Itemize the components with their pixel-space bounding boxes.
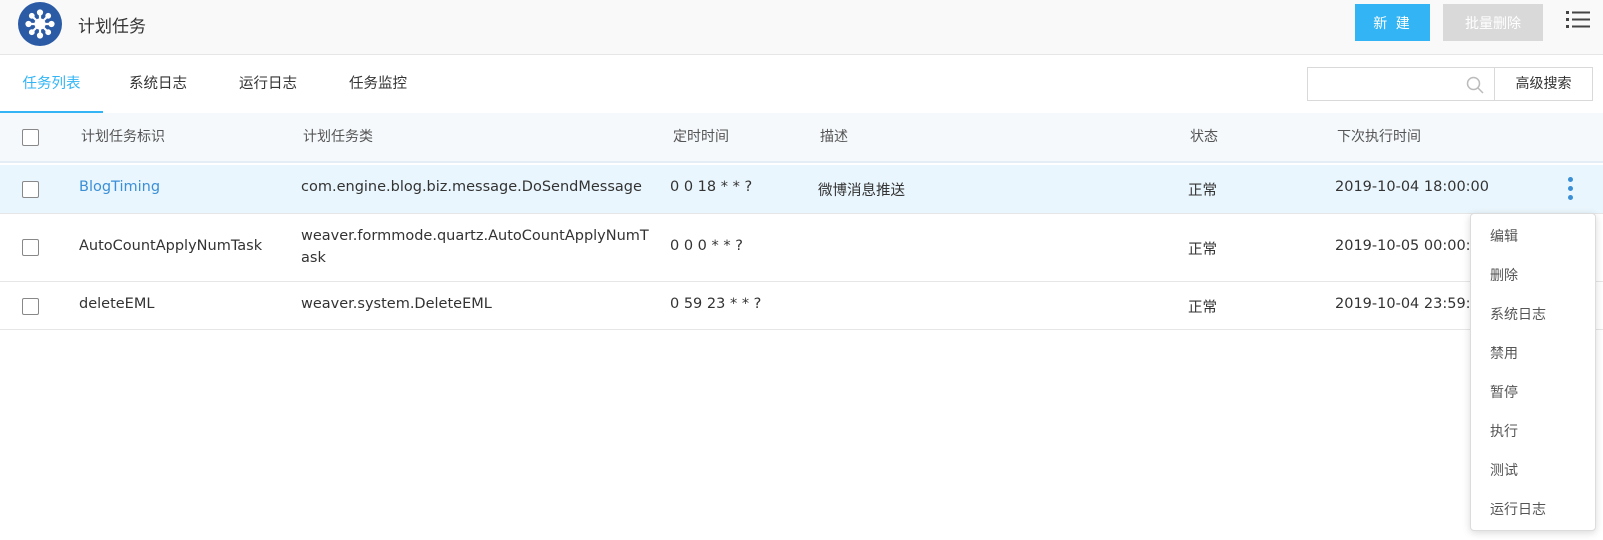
tab-bar: 任务列表 系统日志 运行日志 任务监控 高级搜索 xyxy=(0,55,1603,113)
task-next-run: 2019-10-04 23:59:0 xyxy=(1335,296,1480,312)
table-row[interactable]: AutoCountApplyNumTask weaver.formmode.qu… xyxy=(0,214,1603,282)
task-id[interactable]: AutoCountApplyNumTask xyxy=(79,238,262,254)
menu-item-delete[interactable]: 删除 xyxy=(1490,265,1518,285)
tab-run-log[interactable]: 运行日志 xyxy=(228,55,308,113)
new-button[interactable]: 新 建 xyxy=(1355,4,1430,41)
row-actions-menu: 编辑 删除 系统日志 禁用 暂停 执行 测试 运行日志 xyxy=(1470,213,1596,531)
column-header-status: 状态 xyxy=(1190,129,1218,145)
task-status: 正常 xyxy=(1188,183,1217,199)
row-checkbox[interactable] xyxy=(22,181,39,198)
task-schedule: 0 0 0 * * ? xyxy=(670,238,743,254)
list-menu-icon[interactable] xyxy=(1566,9,1590,31)
column-header-task-id: 计划任务标识 xyxy=(81,129,165,145)
row-checkbox[interactable] xyxy=(22,298,39,315)
menu-item-pause[interactable]: 暂停 xyxy=(1490,382,1518,402)
task-class-wrap: ask xyxy=(301,250,326,266)
task-id-link[interactable]: BlogTiming xyxy=(79,179,160,195)
task-schedule: 0 59 23 * * ? xyxy=(670,296,762,312)
gear-network-icon xyxy=(18,2,62,46)
tab-system-log[interactable]: 系统日志 xyxy=(118,55,198,113)
tab-task-monitor[interactable]: 任务监控 xyxy=(338,55,418,113)
menu-item-test[interactable]: 测试 xyxy=(1490,460,1518,480)
table-row[interactable]: BlogTiming com.engine.blog.biz.message.D… xyxy=(0,165,1603,214)
task-status: 正常 xyxy=(1188,242,1217,258)
task-status: 正常 xyxy=(1188,300,1217,316)
task-description: 微博消息推送 xyxy=(818,183,905,199)
task-next-run: 2019-10-05 00:00:0 xyxy=(1335,238,1480,254)
tab-task-list[interactable]: 任务列表 xyxy=(0,55,103,113)
task-class: weaver.formmode.quartz.AutoCountApplyNum… xyxy=(301,228,649,244)
menu-item-system-log[interactable]: 系统日志 xyxy=(1490,304,1546,324)
task-next-run: 2019-10-04 18:00:00 xyxy=(1335,179,1489,195)
menu-item-execute[interactable]: 执行 xyxy=(1490,421,1518,441)
select-all-checkbox[interactable] xyxy=(22,129,39,146)
row-checkbox[interactable] xyxy=(22,239,39,256)
menu-item-disable[interactable]: 禁用 xyxy=(1490,343,1518,363)
menu-item-edit[interactable]: 编辑 xyxy=(1490,226,1518,246)
column-header-next-run: 下次执行时间 xyxy=(1337,129,1421,145)
table-header: 计划任务标识 计划任务类 定时时间 描述 状态 下次执行时间 xyxy=(0,113,1603,163)
more-options-icon[interactable] xyxy=(1568,177,1574,203)
task-class: com.engine.blog.biz.message.DoSendMessag… xyxy=(301,179,642,195)
column-header-schedule: 定时时间 xyxy=(673,129,729,145)
task-id[interactable]: deleteEML xyxy=(79,296,154,312)
page-title: 计划任务 xyxy=(78,17,146,37)
search-icon[interactable] xyxy=(1466,76,1484,98)
top-bar: 计划任务 新 建 批量删除 xyxy=(0,0,1603,55)
task-schedule: 0 0 18 * * ? xyxy=(670,179,753,195)
table-row[interactable]: deleteEML weaver.system.DeleteEML 0 59 2… xyxy=(0,282,1603,330)
search-input[interactable] xyxy=(1307,67,1494,101)
advanced-search-button[interactable]: 高级搜索 xyxy=(1494,67,1593,101)
column-header-task-class: 计划任务类 xyxy=(303,129,373,145)
menu-item-run-log[interactable]: 运行日志 xyxy=(1490,499,1546,519)
task-class: weaver.system.DeleteEML xyxy=(301,296,492,312)
column-header-description: 描述 xyxy=(820,129,848,145)
batch-delete-button[interactable]: 批量删除 xyxy=(1443,4,1543,41)
